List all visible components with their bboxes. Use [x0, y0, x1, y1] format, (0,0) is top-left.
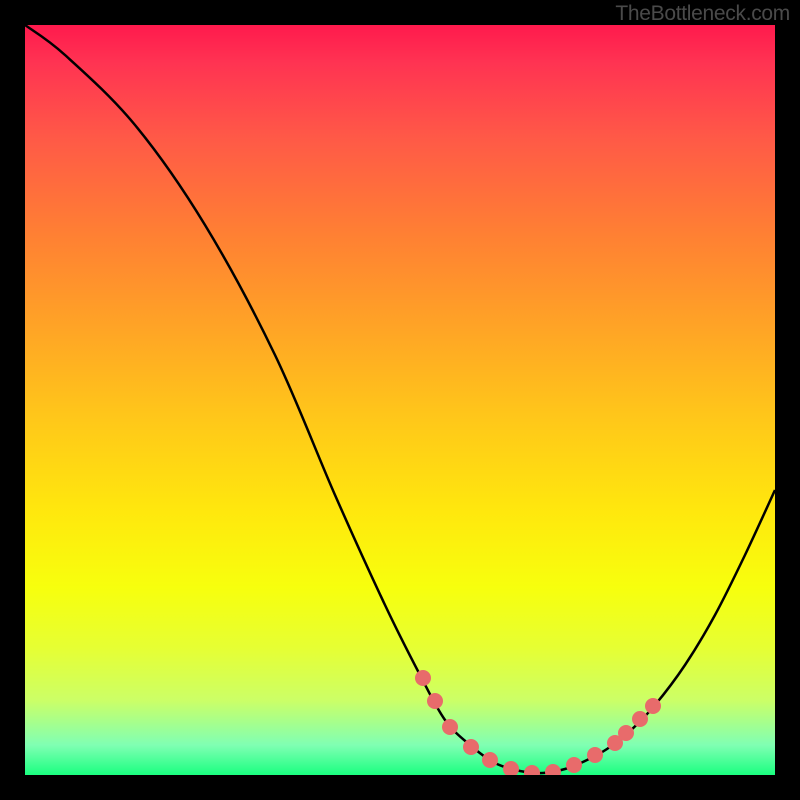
bottleneck-curve [25, 25, 775, 773]
curve-marker [632, 711, 648, 727]
curve-marker [442, 719, 458, 735]
curve-marker [618, 725, 634, 741]
chart-svg [25, 25, 775, 775]
curve-marker [463, 739, 479, 755]
curve-marker [482, 752, 498, 768]
curve-markers [415, 670, 661, 775]
curve-marker [427, 693, 443, 709]
curve-marker [415, 670, 431, 686]
curve-marker [503, 761, 519, 775]
curve-marker [524, 765, 540, 775]
watermark-text: TheBottleneck.com [615, 2, 790, 26]
curve-marker [545, 764, 561, 775]
curve-marker [587, 747, 603, 763]
curve-marker [645, 698, 661, 714]
curve-marker [566, 757, 582, 773]
